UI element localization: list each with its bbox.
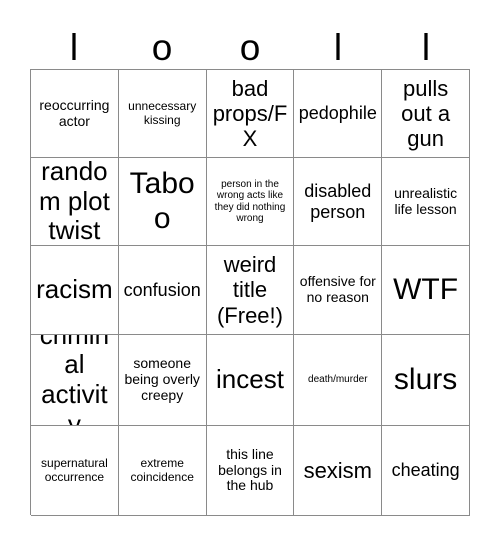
bingo-cell-label: unrealistic life lesson <box>394 184 458 217</box>
bingo-cell-label: cheating <box>391 460 460 481</box>
bingo-cell-label: death/murder <box>308 374 368 386</box>
bingo-cell-r2c5[interactable]: unrealistic life lesson <box>382 158 470 246</box>
bingo-cell-r1c1[interactable]: reoccurring actor <box>31 70 119 158</box>
bingo-cell-label: weird title (Free!) <box>216 252 283 328</box>
bingo-cell-r3c5[interactable]: WTF <box>382 246 470 335</box>
bingo-cell-label: slurs <box>393 362 458 396</box>
bingo-cell-r4c5[interactable]: slurs <box>382 335 470 426</box>
bingo-cell-r2c1[interactable]: random plot twist <box>31 158 119 246</box>
bingo-cell-r5c5[interactable]: cheating <box>382 426 470 516</box>
bingo-cell-label: disabled person <box>304 180 372 222</box>
bingo-cell-label: offensive for no reason <box>299 273 376 305</box>
bingo-header-letter-3: o <box>239 27 261 68</box>
bingo-cell-label: this line belongs in the hub <box>218 445 282 494</box>
bingo-cell-r2c2[interactable]: Taboo <box>118 158 207 246</box>
bingo-cell-label: bad props/FX <box>212 75 288 152</box>
bingo-cell-label: extreme coincidence <box>130 455 194 484</box>
bingo-cell-label: unnecessary kissing <box>128 98 197 127</box>
bingo-cell-label: someone being overly creepy <box>124 355 200 403</box>
bingo-cell-label: reoccurring actor <box>39 96 110 129</box>
bingo-cell-label: criminal activity <box>40 335 109 426</box>
bingo-cell-r5c4[interactable]: sexism <box>294 426 383 516</box>
bingo-cell-label: confusion <box>123 279 201 300</box>
bingo-header-letter-5: l <box>421 27 431 68</box>
bingo-cell-r4c2[interactable]: someone being overly creepy <box>118 335 207 426</box>
bingo-cell-label: random plot twist <box>38 158 110 246</box>
bingo-cell-label: sexism <box>303 457 373 483</box>
bingo-cell-label: supernatural occurrence <box>41 455 108 484</box>
bingo-cell-r2c3[interactable]: person in the wrong acts like they did n… <box>206 158 295 246</box>
bingo-cell-label: racism <box>36 274 113 305</box>
bingo-header-letter-1: l <box>69 27 79 68</box>
bingo-cell-label: incest <box>216 364 284 395</box>
bingo-cell-r4c3[interactable]: incest <box>206 335 295 426</box>
bingo-cell-r1c2[interactable]: unnecessary kissing <box>118 70 207 158</box>
bingo-header-letter-2: o <box>151 27 173 68</box>
bingo-cell-label: pulls out a gun <box>401 75 451 152</box>
bingo-card: l o o l l reoccurring actor unnecessary kissi… <box>0 0 500 544</box>
bingo-cell-r3c4[interactable]: offensive for no reason <box>294 246 383 335</box>
bingo-cell-r4c1[interactable]: criminal activity <box>31 335 119 426</box>
bingo-cell-label: pedophile <box>298 103 377 124</box>
bingo-cell-r1c4[interactable]: pedophile <box>294 70 383 158</box>
bingo-cell-r3c2[interactable]: confusion <box>118 246 207 335</box>
bingo-cell-r3c3[interactable]: weird title (Free!) <box>206 246 295 335</box>
bingo-cell-r5c2[interactable]: extreme coincidence <box>118 426 207 516</box>
bingo-cell-label: WTF <box>393 272 459 306</box>
bingo-cell-r2c4[interactable]: disabled person <box>294 158 383 246</box>
bingo-cell-r4c4[interactable]: death/murder <box>294 335 383 426</box>
bingo-cell-r5c1[interactable]: supernatural occurrence <box>31 426 119 516</box>
bingo-header-row: looll <box>30 26 470 69</box>
bingo-cell-r3c1[interactable]: racism <box>31 246 119 335</box>
bingo-cell-r1c3[interactable]: bad props/FX <box>206 70 295 158</box>
bingo-header-letter-4: l <box>333 27 343 68</box>
bingo-cell-r5c3[interactable]: this line belongs in the hub <box>206 426 295 516</box>
bingo-grid: reoccurring actor unnecessary kissing bad … <box>30 69 470 516</box>
bingo-cell-label: person in the wrong acts like they did n… <box>214 178 286 224</box>
bingo-cell-r1c5[interactable]: pulls out a gun <box>382 70 470 158</box>
bingo-cell-label: Taboo <box>129 167 195 235</box>
